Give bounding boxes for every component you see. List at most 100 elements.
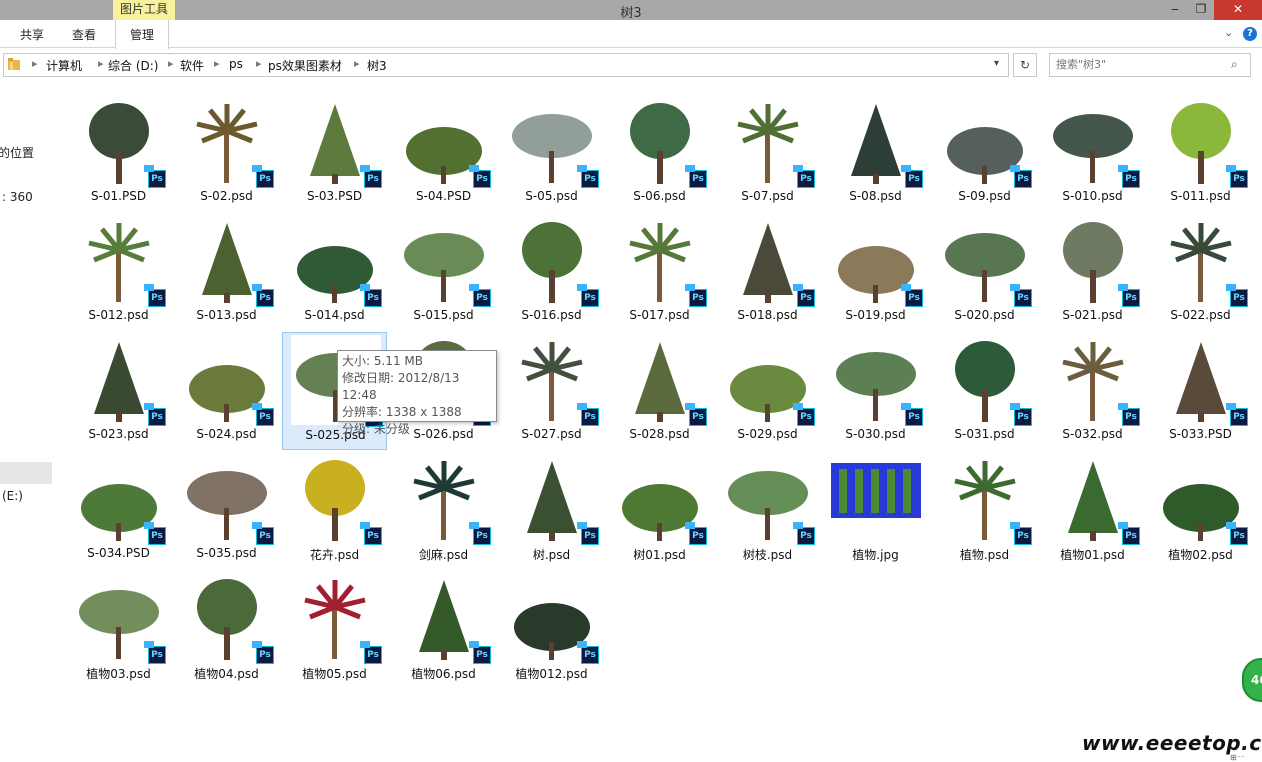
- file-item[interactable]: Ps S-018.psd: [715, 213, 820, 331]
- search-box[interactable]: ⌕: [1049, 53, 1251, 77]
- breadcrumb-separator: ▸: [256, 57, 262, 70]
- search-input[interactable]: [1056, 56, 1226, 72]
- file-item[interactable]: Ps 植物01.psd: [1040, 451, 1145, 569]
- nav-item-recent-places[interactable]: 的位置: [0, 144, 34, 161]
- stamp-icon: [577, 284, 587, 291]
- file-item[interactable]: Ps S-08.psd: [823, 94, 928, 212]
- file-thumbnail: Ps: [290, 572, 382, 664]
- file-name: 植物03.psd: [86, 667, 151, 681]
- file-item[interactable]: Ps S-028.psd: [607, 332, 712, 450]
- file-item[interactable]: Ps S-035.psd: [174, 451, 279, 569]
- file-item[interactable]: Ps S-031.psd: [932, 332, 1037, 450]
- tab-manage[interactable]: 管理: [115, 20, 170, 49]
- file-item[interactable]: Ps S-09.psd: [932, 94, 1037, 212]
- file-item[interactable]: Ps S-010.psd: [1040, 94, 1145, 212]
- file-item[interactable]: Ps S-07.psd: [715, 94, 820, 212]
- help-icon[interactable]: ?: [1243, 27, 1257, 41]
- file-item[interactable]: Ps S-01.PSD: [66, 94, 171, 212]
- breadcrumb-current-folder[interactable]: 树3: [367, 57, 387, 74]
- file-item[interactable]: Ps 植物012.psd: [499, 570, 604, 688]
- photoshop-file-icon: Ps: [577, 284, 599, 307]
- stamp-icon: [1010, 403, 1020, 410]
- stamp-icon: [1118, 284, 1128, 291]
- file-item[interactable]: Ps S-019.psd: [823, 213, 928, 331]
- file-item[interactable]: Ps 植物03.psd: [66, 570, 171, 688]
- file-item[interactable]: Ps S-016.psd: [499, 213, 604, 331]
- stamp-icon: [144, 403, 154, 410]
- file-name: S-011.psd: [1170, 189, 1231, 203]
- file-thumbnail: Ps: [507, 453, 599, 545]
- file-item[interactable]: Ps S-011.psd: [1148, 94, 1253, 212]
- file-item[interactable]: Ps S-017.psd: [607, 213, 712, 331]
- file-item[interactable]: Ps S-029.psd: [715, 332, 820, 450]
- file-item[interactable]: Ps S-02.psd: [174, 94, 279, 212]
- file-item[interactable]: Ps S-015.psd: [391, 213, 496, 331]
- photoshop-file-icon: Ps: [793, 284, 815, 307]
- breadcrumb-computer[interactable]: 计算机: [46, 57, 82, 74]
- ribbon-expand-icon[interactable]: ⌄: [1224, 26, 1233, 39]
- breadcrumb-drive-d[interactable]: 综合 (D:): [108, 57, 158, 74]
- file-item[interactable]: Ps 树枝.psd: [715, 451, 820, 569]
- file-item[interactable]: Ps S-022.psd: [1148, 213, 1253, 331]
- file-thumbnail: Ps: [290, 215, 382, 307]
- file-item[interactable]: Ps S-014.psd: [282, 213, 387, 331]
- file-item[interactable]: Ps S-04.PSD: [391, 94, 496, 212]
- file-thumbnail: Ps: [507, 215, 599, 307]
- file-item[interactable]: Ps 树.psd: [499, 451, 604, 569]
- address-bar[interactable]: ▸ 计算机 ▸ 综合 (D:) ▸ 软件 ▸ ps ▸ ps效果图素材 ▸ 树3…: [3, 53, 1009, 77]
- file-item[interactable]: Ps S-030.psd: [823, 332, 928, 450]
- photoshop-file-icon: Ps: [1010, 165, 1032, 188]
- file-item[interactable]: Ps 树01.psd: [607, 451, 712, 569]
- search-icon[interactable]: ⌕: [1231, 57, 1238, 72]
- maximize-button[interactable]: ❐: [1186, 0, 1216, 20]
- tab-share[interactable]: 共享: [20, 26, 44, 43]
- file-item[interactable]: Ps 植物04.psd: [174, 570, 279, 688]
- file-item[interactable]: Ps S-013.psd: [174, 213, 279, 331]
- nav-item-360[interactable]: : 360: [2, 190, 33, 204]
- nav-item-selected[interactable]: [0, 462, 52, 484]
- file-name: 剑麻.psd: [418, 548, 469, 562]
- file-item[interactable]: 植物.jpg: [823, 451, 928, 569]
- file-name: S-04.PSD: [415, 189, 472, 203]
- file-thumbnail: Ps: [615, 334, 707, 426]
- nav-item-drive-e[interactable]: (E:): [2, 489, 23, 503]
- file-item[interactable]: Ps S-03.PSD: [282, 94, 387, 212]
- photoshop-file-icon: Ps: [577, 641, 599, 664]
- photoshop-file-icon: Ps: [685, 522, 707, 545]
- file-thumbnail: Ps: [1156, 334, 1248, 426]
- file-item[interactable]: Ps S-012.psd: [66, 213, 171, 331]
- file-thumbnail: Ps: [831, 96, 923, 188]
- file-item[interactable]: Ps 植物02.psd: [1148, 451, 1253, 569]
- picture-tools-tab[interactable]: 图片工具: [113, 0, 175, 20]
- file-item[interactable]: Ps 剑麻.psd: [391, 451, 496, 569]
- file-item[interactable]: Ps S-032.psd: [1040, 332, 1145, 450]
- photoshop-file-icon: Ps: [252, 165, 274, 188]
- file-item[interactable]: Ps S-023.psd: [66, 332, 171, 450]
- file-thumbnail: Ps: [74, 334, 166, 426]
- file-item[interactable]: Ps S-020.psd: [932, 213, 1037, 331]
- file-thumbnail: Ps: [831, 215, 923, 307]
- refresh-icon[interactable]: ↻: [1013, 53, 1037, 77]
- file-item[interactable]: Ps S-06.psd: [607, 94, 712, 212]
- view-toggle-icon[interactable]: ⊞⁻⁻: [1230, 753, 1245, 762]
- photoshop-file-icon: Ps: [685, 165, 707, 188]
- breadcrumb-software[interactable]: 软件: [180, 57, 204, 74]
- file-name: S-06.psd: [633, 189, 686, 203]
- tooltip-rating: 分级: 未分级: [342, 422, 410, 436]
- close-button[interactable]: ✕: [1214, 0, 1262, 20]
- file-item[interactable]: Ps S-027.psd: [499, 332, 604, 450]
- file-item[interactable]: Ps S-034.PSD: [66, 451, 171, 569]
- file-item[interactable]: Ps 植物05.psd: [282, 570, 387, 688]
- file-item[interactable]: Ps S-05.psd: [499, 94, 604, 212]
- stamp-icon: [1226, 403, 1236, 410]
- tab-view[interactable]: 查看: [72, 26, 96, 43]
- file-item[interactable]: Ps 花卉.psd: [282, 451, 387, 569]
- file-item[interactable]: Ps S-033.PSD: [1148, 332, 1253, 450]
- breadcrumb-ps[interactable]: ps: [229, 57, 243, 71]
- file-item[interactable]: Ps S-021.psd: [1040, 213, 1145, 331]
- file-item[interactable]: Ps 植物.psd: [932, 451, 1037, 569]
- file-item[interactable]: Ps S-024.psd: [174, 332, 279, 450]
- file-item[interactable]: Ps 植物06.psd: [391, 570, 496, 688]
- breadcrumb-ps-materials[interactable]: ps效果图素材: [268, 57, 342, 74]
- address-dropdown-icon[interactable]: ▾: [994, 58, 999, 69]
